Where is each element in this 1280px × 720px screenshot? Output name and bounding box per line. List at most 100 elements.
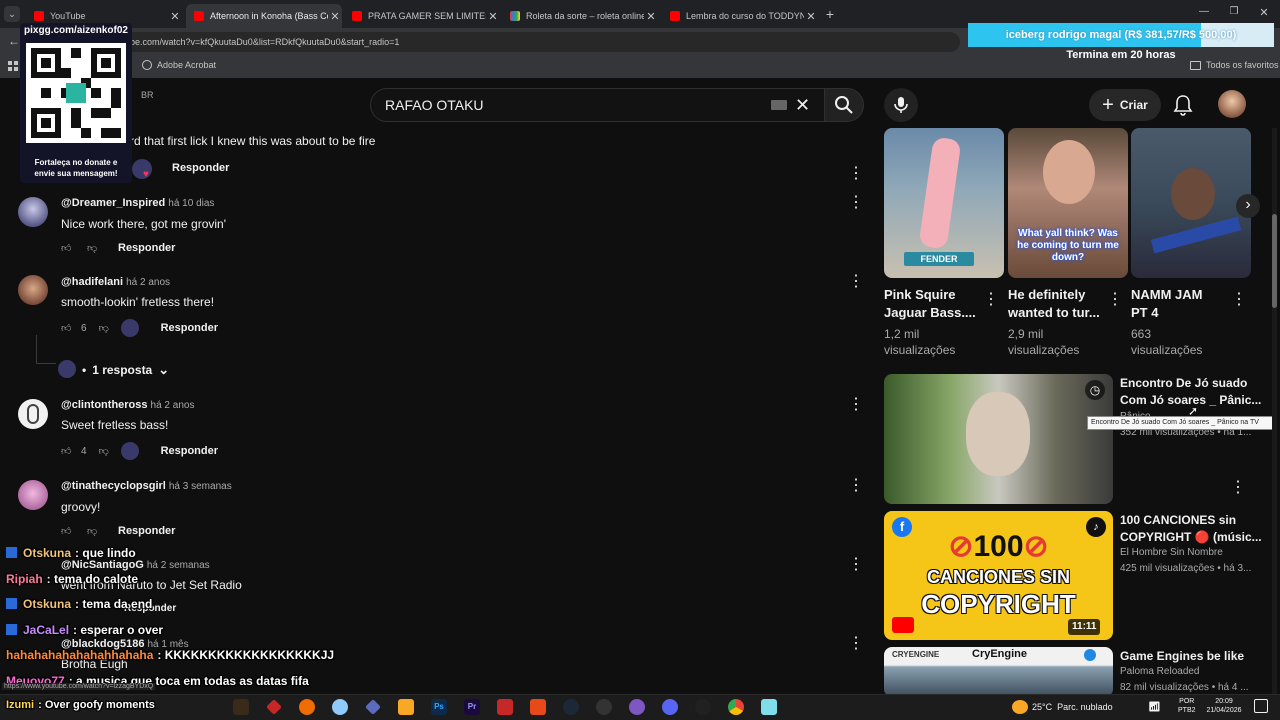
tab-close-icon[interactable]: ✕ bbox=[804, 10, 818, 23]
url-field[interactable]: be.com/watch?v=kfQkuutaDu0&list=RDkfQkuu… bbox=[120, 32, 960, 52]
keyboard-icon[interactable] bbox=[771, 100, 787, 110]
premiere-icon[interactable]: Pr bbox=[464, 699, 480, 715]
short-menu-icon[interactable]: ⋮ bbox=[1107, 292, 1123, 308]
tab-close-icon[interactable]: ✕ bbox=[486, 10, 500, 23]
page-scrollbar-thumb[interactable] bbox=[1272, 214, 1277, 308]
short-thumbnail[interactable]: FENDER bbox=[884, 128, 1004, 278]
next-arrow-button[interactable]: › bbox=[1236, 194, 1260, 218]
avatar[interactable] bbox=[18, 275, 48, 305]
taskbar-app-icon[interactable] bbox=[629, 699, 645, 715]
apps-grid-icon[interactable] bbox=[8, 61, 18, 71]
weather-icon[interactable] bbox=[1012, 700, 1028, 714]
close-window-button[interactable]: ✕ bbox=[1256, 6, 1272, 20]
reply-button[interactable]: Responder bbox=[161, 445, 218, 457]
tab-search-button[interactable]: ⌄ bbox=[4, 6, 20, 22]
create-button[interactable]: + Criar bbox=[1089, 89, 1161, 121]
avatar[interactable] bbox=[18, 480, 48, 510]
weather-text[interactable]: 25°C Parc. nublado bbox=[1032, 702, 1113, 712]
search-button[interactable] bbox=[824, 88, 864, 122]
file-explorer-icon[interactable] bbox=[398, 699, 414, 715]
taskbar-app-icon[interactable] bbox=[233, 699, 249, 715]
video-thumbnail[interactable]: CRYENGINE CryEngine bbox=[884, 647, 1113, 697]
reply-button[interactable]: Responder bbox=[161, 322, 218, 334]
clock[interactable]: 20:09 21/04/2026 bbox=[1204, 697, 1244, 715]
tab-close-icon[interactable]: ✕ bbox=[644, 10, 658, 23]
tab-afternoon-konoha[interactable]: Afternoon in Konoha (Bass Cov ✕ bbox=[186, 4, 342, 28]
short-title[interactable]: NAMM JAM bbox=[1131, 286, 1203, 304]
reply-button[interactable]: Responder bbox=[172, 162, 229, 174]
tab-close-icon[interactable]: ✕ bbox=[328, 10, 342, 23]
short-title[interactable]: wanted to tur... bbox=[1008, 304, 1100, 322]
account-avatar[interactable] bbox=[1218, 90, 1246, 118]
taskbar-app-icon[interactable] bbox=[530, 699, 546, 715]
video-thumbnail[interactable]: ◷ bbox=[884, 374, 1113, 504]
taskbar-app-icon[interactable] bbox=[761, 699, 777, 715]
reply-button[interactable]: Responder bbox=[118, 525, 175, 537]
discord-icon[interactable] bbox=[662, 699, 678, 715]
obs-icon[interactable] bbox=[596, 699, 612, 715]
video-title[interactable]: Game Engines be like bbox=[1120, 647, 1244, 665]
taskbar-app-icon[interactable] bbox=[299, 699, 315, 715]
steam-icon[interactable] bbox=[563, 699, 579, 715]
like-icon[interactable]: 👍︎ bbox=[61, 242, 75, 254]
all-favorites[interactable]: Todos os favoritos bbox=[1190, 60, 1279, 70]
wifi-icon[interactable]: 📶︎ bbox=[1148, 702, 1161, 713]
short-title[interactable]: PT 4 bbox=[1131, 304, 1158, 322]
video-title[interactable]: 100 CANCIONES sin bbox=[1120, 511, 1236, 529]
comment-author[interactable]: @hadifelani há 2 anos bbox=[61, 276, 170, 288]
voice-search-button[interactable] bbox=[884, 88, 918, 122]
video-thumbnail[interactable]: f ♪ ⊘100⊘ CANCIONES SIN COPYRIGHT 11:11 bbox=[884, 511, 1113, 640]
dislike-icon[interactable]: 👎︎ bbox=[99, 322, 113, 334]
acrobat-icon[interactable] bbox=[497, 699, 513, 715]
dislike-icon[interactable]: 👎︎ bbox=[87, 525, 101, 537]
taskbar-app-icon[interactable] bbox=[332, 699, 348, 715]
chrome-icon[interactable] bbox=[728, 699, 744, 715]
short-thumbnail[interactable]: What yall think? Was he coming to turn m… bbox=[1008, 128, 1128, 278]
short-title[interactable]: Jaguar Bass.... bbox=[884, 304, 976, 322]
comment-author[interactable]: @Dreamer_Inspired há 10 dias bbox=[61, 197, 214, 209]
language-indicator[interactable]: POR PTB2 bbox=[1178, 697, 1196, 715]
avatar[interactable] bbox=[18, 197, 48, 227]
video-title[interactable]: COPYRIGHT 🔴 (músic... bbox=[1120, 528, 1262, 546]
dislike-icon[interactable]: 👎︎ bbox=[99, 445, 113, 457]
tab-close-icon[interactable]: ✕ bbox=[168, 10, 182, 23]
comment-author[interactable]: @NicSantiagoG há 2 semanas bbox=[61, 559, 210, 571]
video-menu-icon[interactable]: ⋮ bbox=[1230, 480, 1246, 496]
notification-center-icon[interactable] bbox=[1254, 699, 1268, 713]
photoshop-icon[interactable]: Ps bbox=[431, 699, 447, 715]
short-menu-icon[interactable]: ⋮ bbox=[1231, 292, 1247, 308]
new-tab-button[interactable]: + bbox=[822, 6, 838, 22]
tab-toddynho[interactable]: Lembra do curso do TODDYN ✕ bbox=[662, 4, 818, 28]
short-title[interactable]: Pink Squire bbox=[884, 286, 956, 304]
video-channel[interactable]: Paloma Reloaded bbox=[1120, 664, 1200, 680]
reply-button[interactable]: Responder bbox=[118, 242, 175, 254]
notifications-button[interactable] bbox=[1173, 94, 1193, 116]
comment-menu-icon[interactable]: ⋮ bbox=[848, 478, 864, 494]
view-replies-button[interactable]: • 1 resposta ⌄ bbox=[82, 362, 169, 378]
taskbar-app-icon[interactable] bbox=[695, 699, 711, 715]
short-thumbnail[interactable] bbox=[1131, 128, 1251, 278]
video-channel[interactable]: El Hombre Sin Nombre bbox=[1120, 545, 1223, 561]
comment-menu-icon[interactable]: ⋮ bbox=[848, 636, 864, 652]
comment-menu-icon[interactable]: ⋮ bbox=[848, 274, 864, 290]
restore-button[interactable]: ❐ bbox=[1226, 6, 1242, 20]
tab-prata-gamer[interactable]: PRATA GAMER SEM LIMITES - Y ✕ bbox=[344, 4, 500, 28]
minimize-button[interactable]: — bbox=[1196, 6, 1212, 20]
short-title[interactable]: He definitely bbox=[1008, 286, 1085, 304]
dislike-icon[interactable]: 👎︎ bbox=[87, 242, 101, 254]
comment-menu-icon[interactable]: ⋮ bbox=[848, 557, 864, 573]
video-title[interactable]: Encontro De Jó suado bbox=[1120, 374, 1247, 392]
comment-menu-icon[interactable]: ⋮ bbox=[848, 195, 864, 211]
short-menu-icon[interactable]: ⋮ bbox=[983, 292, 999, 308]
bookmark-adobe-acrobat[interactable]: Adobe Acrobat bbox=[142, 60, 216, 70]
page-scrollbar-track[interactable] bbox=[1272, 128, 1277, 694]
comment-author[interactable]: @tinathecyclopsgirl há 3 semanas bbox=[61, 480, 232, 492]
search-input[interactable]: RAFAO OTAKU ✕ bbox=[370, 88, 825, 122]
comment-author[interactable]: @clintontheross há 2 anos bbox=[61, 399, 194, 411]
comment-menu-icon[interactable]: ⋮ bbox=[848, 397, 864, 413]
comment-menu-icon[interactable]: ⋮ bbox=[848, 166, 864, 182]
tab-roleta[interactable]: Roleta da sorte – roleta online ✕ bbox=[502, 4, 658, 28]
watch-later-icon[interactable]: ◷ bbox=[1085, 380, 1105, 400]
like-icon[interactable]: 👍︎ bbox=[61, 445, 75, 457]
like-icon[interactable]: 👍︎ bbox=[61, 322, 75, 334]
